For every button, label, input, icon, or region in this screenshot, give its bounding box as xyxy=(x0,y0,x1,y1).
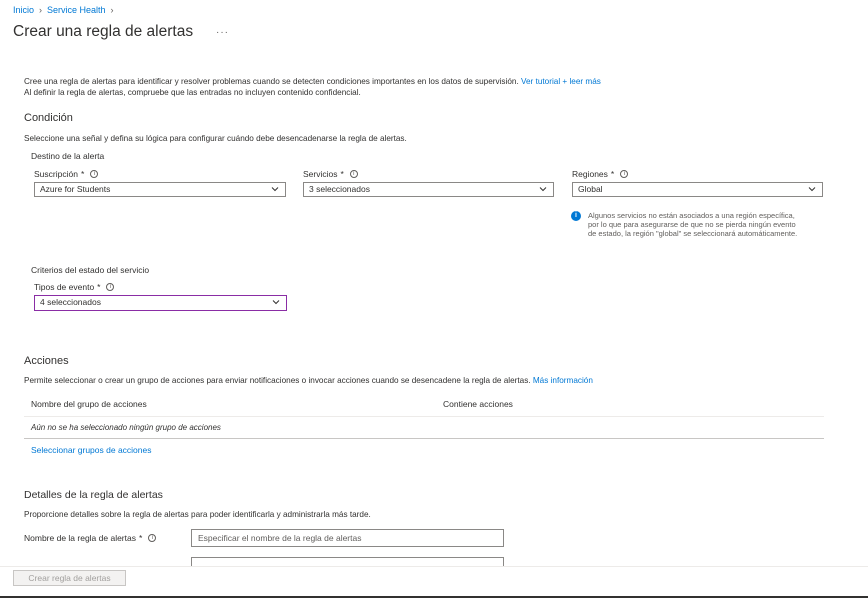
page-title: Crear una regla de alertas xyxy=(13,23,194,40)
breadcrumb-home-link[interactable]: Inicio xyxy=(13,5,34,15)
table-divider xyxy=(24,416,824,417)
rule-name-input[interactable]: Especificar el nombre de la regla de ale… xyxy=(191,529,504,547)
breadcrumb-service-health-link[interactable]: Service Health xyxy=(47,5,106,15)
criteria-title: Criterios del estado del servicio xyxy=(31,265,150,275)
chevron-down-icon xyxy=(539,187,547,192)
create-alert-rule-button[interactable]: Crear regla de alertas xyxy=(13,570,126,586)
services-label: Servicios * i xyxy=(303,169,358,179)
chevron-down-icon xyxy=(808,187,816,192)
breadcrumb-separator-icon: › xyxy=(110,5,114,15)
event-types-label: Tipos de evento * i xyxy=(34,282,115,292)
next-field-partial xyxy=(191,557,504,566)
info-icon[interactable]: i xyxy=(90,170,99,178)
actions-description: Permite seleccionar o crear un grupo de … xyxy=(24,376,531,385)
condition-title: Condición xyxy=(24,112,73,124)
regions-dropdown[interactable]: Global xyxy=(572,182,823,197)
intro-line2: Al definir la regla de alertas, comprueb… xyxy=(24,88,361,97)
breadcrumb-separator-icon: › xyxy=(39,5,43,15)
details-description: Proporcione detalles sobre la regla de a… xyxy=(24,510,371,519)
info-icon[interactable]: i xyxy=(349,170,358,178)
footer-bar xyxy=(0,566,868,598)
more-info-link[interactable]: Más información xyxy=(533,376,593,385)
col-contains-actions: Contiene acciones xyxy=(443,399,513,409)
table-divider xyxy=(24,438,824,439)
intro-text: Cree una regla de alertas para identific… xyxy=(24,77,844,87)
regions-note: Algunos servicios no están asociados a u… xyxy=(588,211,798,238)
event-types-dropdown[interactable]: 4 seleccionados xyxy=(34,295,287,311)
tutorial-link[interactable]: Ver tutorial + leer más xyxy=(521,77,601,86)
intro-line1: Cree una regla de alertas para identific… xyxy=(24,77,519,86)
info-icon[interactable]: i xyxy=(106,283,115,291)
services-dropdown[interactable]: 3 seleccionados xyxy=(303,182,554,197)
alert-target-title: Destino de la alerta xyxy=(31,151,105,161)
breadcrumb: Inicio › Service Health › xyxy=(13,5,114,15)
info-icon[interactable]: i xyxy=(148,534,157,542)
info-circle-icon: i xyxy=(571,211,581,221)
actions-description-row: Permite seleccionar o crear un grupo de … xyxy=(24,376,593,386)
chevron-down-icon xyxy=(271,187,279,192)
info-icon[interactable]: i xyxy=(620,170,629,178)
condition-description: Seleccione una señal y defina su lógica … xyxy=(24,134,407,143)
subscription-dropdown[interactable]: Azure for Students xyxy=(34,182,286,197)
details-title: Detalles de la regla de alertas xyxy=(24,489,163,501)
subscription-label: Suscripción * i xyxy=(34,169,99,179)
actions-title: Acciones xyxy=(24,355,69,367)
more-options-icon[interactable]: ··· xyxy=(216,27,229,38)
regions-label: Regiones * i xyxy=(572,169,629,179)
chevron-down-icon xyxy=(272,300,280,305)
col-action-group-name: Nombre del grupo de acciones xyxy=(31,399,147,409)
rule-name-label: Nombre de la regla de alertas * i xyxy=(24,533,157,543)
select-action-groups-link[interactable]: Seleccionar grupos de acciones xyxy=(31,445,152,455)
empty-action-groups: Aún no se ha seleccionado ningún grupo d… xyxy=(31,423,221,432)
